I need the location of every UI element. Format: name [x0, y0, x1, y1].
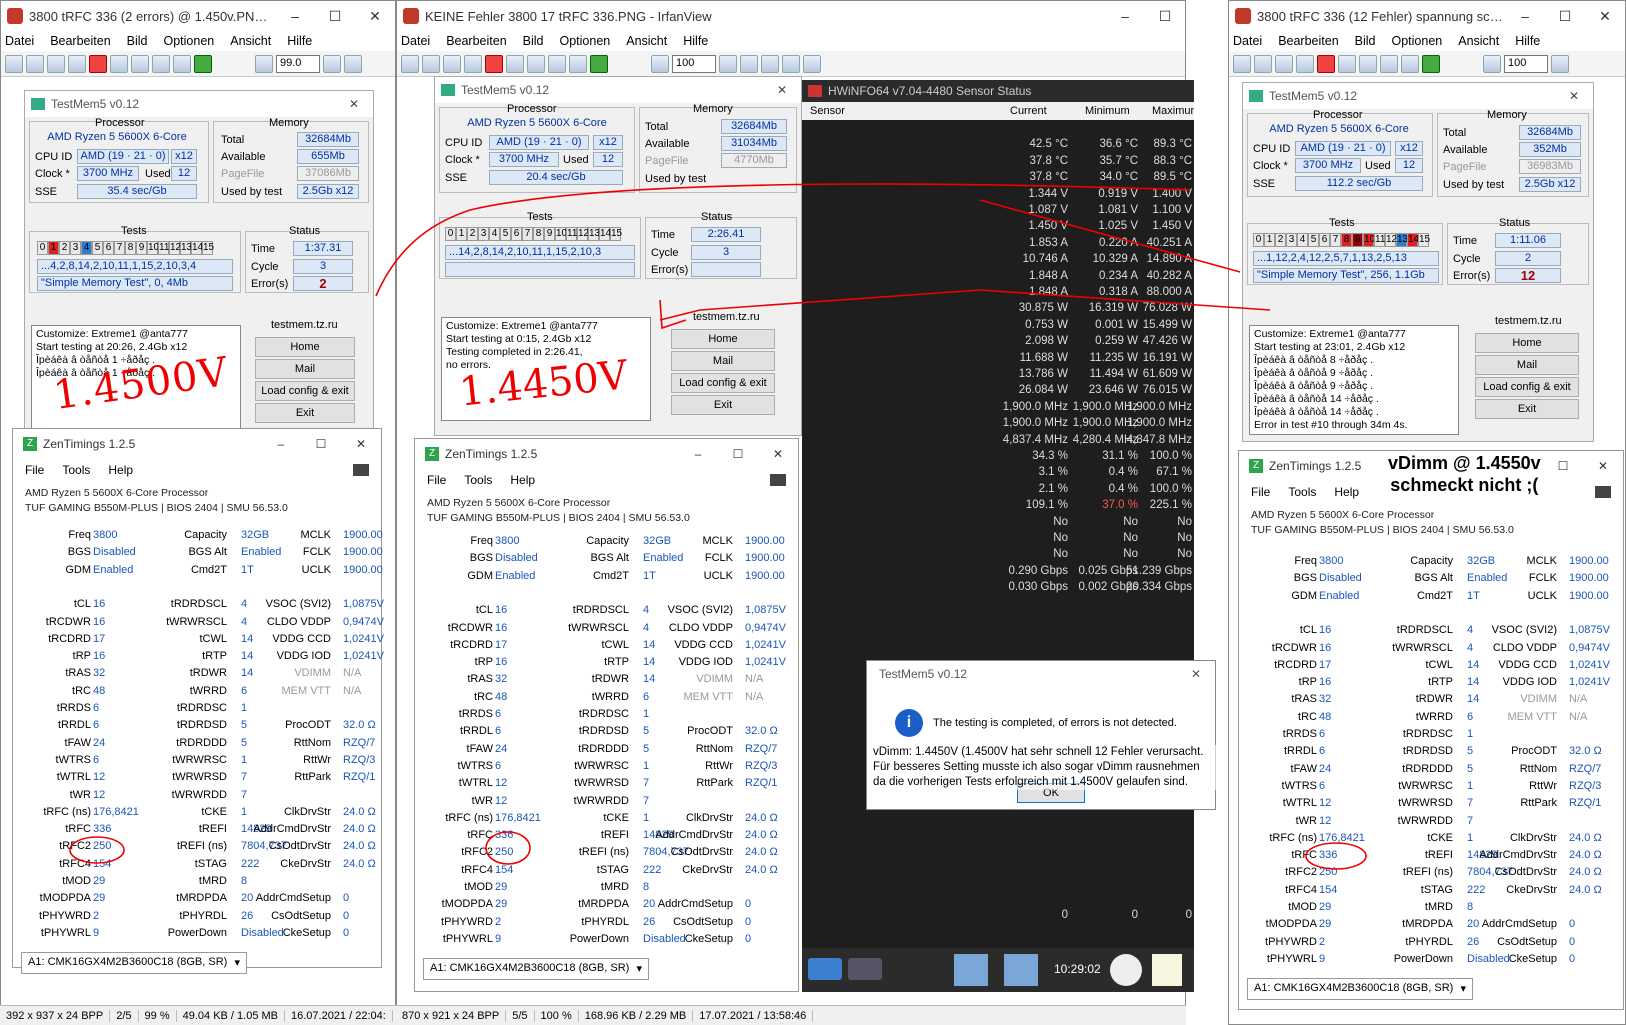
arrow-line-1 — [375, 183, 1191, 297]
arrow-line-2 — [979, 199, 1241, 273]
annotation-strokes — [69, 183, 1367, 870]
circle-trfc-mid — [485, 831, 531, 865]
annotation-overlay — [69, 183, 1367, 870]
arrow-line-3 — [659, 289, 1271, 321]
circle-trfc-left — [69, 836, 125, 864]
circle-trfc-right — [1305, 842, 1367, 870]
